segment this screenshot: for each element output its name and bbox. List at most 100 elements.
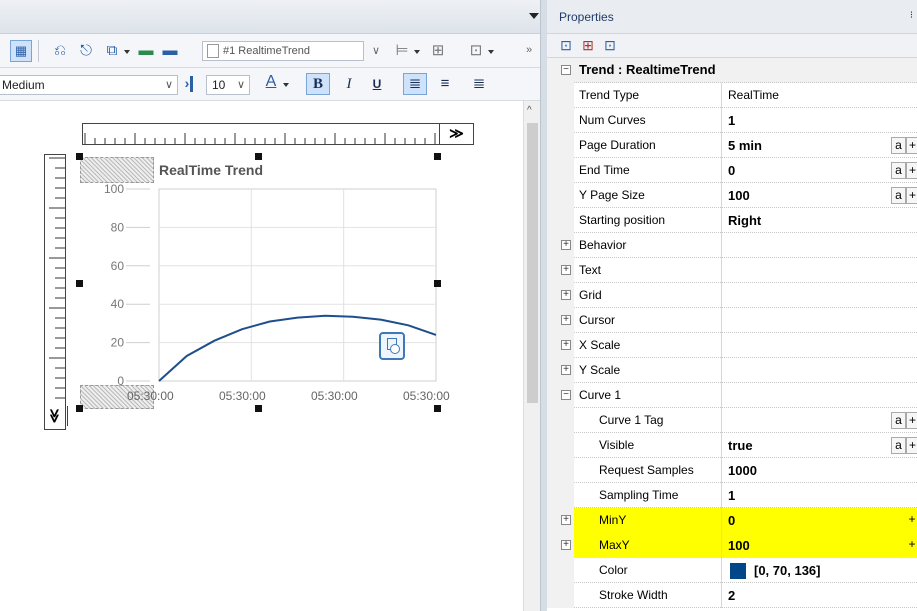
align-text-right-icon[interactable]: ≣ <box>470 74 488 94</box>
expand-icon[interactable]: + <box>561 290 571 300</box>
toolbar-overflow-button[interactable]: » <box>526 44 532 56</box>
vertical-ruler[interactable]: ≫ <box>42 154 68 430</box>
add-tag-button[interactable]: + <box>906 162 917 179</box>
property-value-cell[interactable]: 0 + <box>721 508 917 533</box>
add-button[interactable]: + <box>906 537 917 554</box>
align-icon[interactable]: ⧉ <box>102 41 122 61</box>
property-value-cell[interactable]: Right <box>721 208 917 233</box>
property-value-cell[interactable] <box>721 308 917 333</box>
resize-handle[interactable] <box>434 153 441 160</box>
horizontal-ruler[interactable]: ≫ <box>82 123 474 145</box>
property-row[interactable]: Starting position Right <box>547 208 917 233</box>
property-value-cell[interactable] <box>721 333 917 358</box>
edit-tag-button[interactable]: a <box>891 162 906 179</box>
edit-tag-button[interactable]: a <box>891 437 906 454</box>
property-row[interactable]: Sampling Time 1 <box>547 483 917 508</box>
property-row[interactable]: Y Page Size 100 a + <box>547 183 917 208</box>
pane-splitter[interactable] <box>540 0 547 611</box>
object-selector-field[interactable]: #1 RealtimeTrend <box>202 41 364 61</box>
grid-toggle-icon[interactable]: ▦ <box>10 40 32 62</box>
resize-handle[interactable] <box>76 280 83 287</box>
collapse-icon[interactable]: − <box>561 390 571 400</box>
align-text-center-icon[interactable]: ≡ <box>436 74 454 94</box>
property-row[interactable]: + MaxY 100 + <box>547 533 917 558</box>
expand-icon[interactable]: + <box>561 515 571 525</box>
property-row[interactable]: − Trend : RealtimeTrend <box>547 58 917 83</box>
resize-handle[interactable] <box>255 153 262 160</box>
resize-handle[interactable] <box>76 153 83 160</box>
expand-icon[interactable]: + <box>561 315 571 325</box>
property-value-cell[interactable]: 1 <box>721 108 917 133</box>
distribute-dropdown-icon[interactable] <box>488 50 494 54</box>
property-value-cell[interactable]: [0, 70, 136] <box>721 558 917 583</box>
align-left-dropdown-icon[interactable] <box>414 50 420 54</box>
property-row[interactable]: Request Samples 1000 <box>547 458 917 483</box>
property-value-cell[interactable] <box>721 258 917 283</box>
collapse-icon[interactable]: − <box>561 65 571 75</box>
property-value-cell[interactable] <box>721 233 917 258</box>
bold-button[interactable]: B <box>306 73 330 95</box>
realtime-trend-chart[interactable]: RealTime Trend 100806040200 05:30:00 05:3… <box>70 152 510 422</box>
font-weight-select[interactable]: Medium ∨ <box>0 75 178 95</box>
scroll-up-icon[interactable]: ^ <box>527 105 532 116</box>
ungroup-icon[interactable]: ⎋ <box>76 41 96 61</box>
curves-editor-icon[interactable] <box>379 332 405 360</box>
resize-handle[interactable] <box>255 405 262 412</box>
property-value-cell[interactable] <box>721 383 917 408</box>
expand-icon[interactable]: + <box>561 340 571 350</box>
add-tag-button[interactable]: + <box>906 137 917 154</box>
ruler-down-button[interactable]: ≫ <box>42 406 68 426</box>
property-row[interactable]: + Y Scale <box>547 358 917 383</box>
property-value-cell[interactable]: 0 a + <box>721 158 917 183</box>
property-value-cell[interactable] <box>721 358 917 383</box>
align-text-left-icon[interactable]: ≣ <box>403 73 427 95</box>
expand-icon[interactable]: + <box>561 265 571 275</box>
property-value-cell[interactable]: 2 <box>721 583 917 608</box>
expand-icon[interactable]: + <box>561 240 571 250</box>
property-row[interactable]: + Behavior <box>547 233 917 258</box>
ruler-next-button[interactable]: ≫ <box>439 124 473 144</box>
property-value-cell[interactable]: 1 <box>721 483 917 508</box>
property-row[interactable]: + Text <box>547 258 917 283</box>
italic-button[interactable]: I <box>340 74 358 94</box>
align-left-icon[interactable]: ⊨ <box>392 41 412 61</box>
distribute-icon[interactable]: ⊡ <box>466 41 486 61</box>
categorized-view-icon[interactable]: ⊡ <box>557 37 575 54</box>
font-color-dropdown-icon[interactable] <box>283 83 289 87</box>
center-icon[interactable]: ⊞ <box>428 41 448 61</box>
expand-icon[interactable]: + <box>561 365 571 375</box>
color-swatch[interactable] <box>730 563 746 579</box>
property-row[interactable]: Visible true a + <box>547 433 917 458</box>
send-backward-icon[interactable]: ▬ <box>160 41 180 61</box>
edit-tag-button[interactable]: a <box>891 137 906 154</box>
edit-tag-button[interactable]: a <box>891 412 906 429</box>
property-row[interactable]: Page Duration 5 min a + <box>547 133 917 158</box>
property-row[interactable]: + X Scale <box>547 333 917 358</box>
add-tag-button[interactable]: + <box>906 187 917 204</box>
property-value-cell[interactable]: 1000 <box>721 458 917 483</box>
underline-button[interactable]: U <box>368 74 386 94</box>
property-row[interactable]: Num Curves 1 <box>547 108 917 133</box>
resize-handle[interactable] <box>434 405 441 412</box>
tab-list-dropdown-icon[interactable] <box>529 13 539 19</box>
canvas-vertical-scrollbar[interactable]: ^ <box>523 101 540 611</box>
add-tag-button[interactable]: + <box>906 412 917 429</box>
property-row[interactable]: Trend Type RealTime <box>547 83 917 108</box>
pin-icon[interactable]: ⁝ <box>910 10 913 21</box>
property-pages-icon[interactable]: ⊡ <box>601 37 619 54</box>
object-selector-chevron-icon[interactable]: ∨ <box>372 44 380 57</box>
property-value-cell[interactable]: true a + <box>721 433 917 458</box>
add-button[interactable]: + <box>906 512 917 529</box>
property-value-cell[interactable]: 5 min a + <box>721 133 917 158</box>
property-row[interactable]: Curve 1 Tag a + <box>547 408 917 433</box>
property-row[interactable]: + Cursor <box>547 308 917 333</box>
bring-forward-icon[interactable]: ▬ <box>136 41 156 61</box>
property-row[interactable]: + Grid <box>547 283 917 308</box>
property-value-cell[interactable]: RealTime <box>721 83 917 108</box>
expand-icon[interactable]: + <box>561 540 571 550</box>
resize-handle[interactable] <box>76 405 83 412</box>
property-value-cell[interactable]: 100 + <box>721 533 917 558</box>
property-row[interactable]: Color [0, 70, 136] <box>547 558 917 583</box>
alphabetical-view-icon[interactable]: ⊞ <box>579 37 597 54</box>
property-row[interactable]: − Curve 1 <box>547 383 917 408</box>
